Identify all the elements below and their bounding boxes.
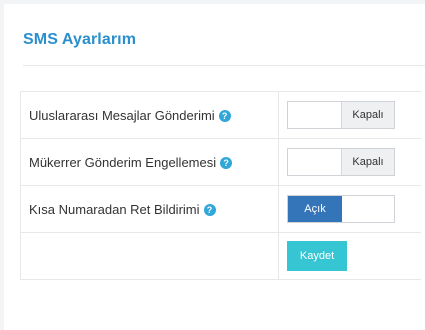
- toggle-handle: [288, 149, 341, 175]
- empty-cell: [20, 232, 279, 280]
- toggle-state-off: Kapalı: [341, 102, 394, 128]
- toggle-state-on: Açık: [288, 196, 342, 222]
- setting-label: Kısa Numaradan Ret Bildirimi: [29, 202, 200, 218]
- save-button[interactable]: Kaydet: [287, 241, 347, 271]
- setting-label: Uluslararası Mesajlar Gönderimi: [29, 108, 215, 124]
- question-circle-icon[interactable]: ?: [220, 156, 233, 169]
- setting-label-cell: Kısa Numaradan Ret Bildirimi?: [20, 185, 279, 233]
- setting-row-short-number: Kısa Numaradan Ret Bildirimi? Açık: [20, 185, 421, 233]
- actions-row: Kaydet: [20, 232, 421, 280]
- setting-control-cell: Açık: [278, 185, 421, 233]
- panel-title: SMS Ayarlarım: [23, 31, 137, 48]
- setting-row-duplicate: Mükerrer Gönderim Engellemesi? Kapalı: [20, 138, 421, 186]
- setting-row-international: Uluslararası Mesajlar Gönderimi? Kapalı: [20, 91, 421, 139]
- toggle-handle: [342, 196, 394, 222]
- duplicate-block-toggle[interactable]: Kapalı: [287, 148, 395, 176]
- title-divider: [23, 65, 425, 66]
- setting-label-cell: Mükerrer Gönderim Engellemesi?: [20, 138, 279, 186]
- toggle-handle: [288, 102, 341, 128]
- setting-control-cell: Kapalı: [278, 91, 421, 139]
- setting-label-cell: Uluslararası Mesajlar Gönderimi?: [20, 91, 279, 139]
- actions-cell: Kaydet: [278, 232, 421, 280]
- settings-table: Uluslararası Mesajlar Gönderimi? Kapalı …: [20, 91, 421, 280]
- question-circle-icon[interactable]: ?: [203, 203, 216, 216]
- toggle-state-off: Kapalı: [341, 149, 394, 175]
- setting-control-cell: Kapalı: [278, 138, 421, 186]
- short-number-rejection-toggle[interactable]: Açık: [287, 195, 395, 223]
- international-messages-toggle[interactable]: Kapalı: [287, 101, 395, 129]
- question-circle-icon[interactable]: ?: [218, 109, 231, 122]
- setting-label: Mükerrer Gönderim Engellemesi: [29, 155, 217, 171]
